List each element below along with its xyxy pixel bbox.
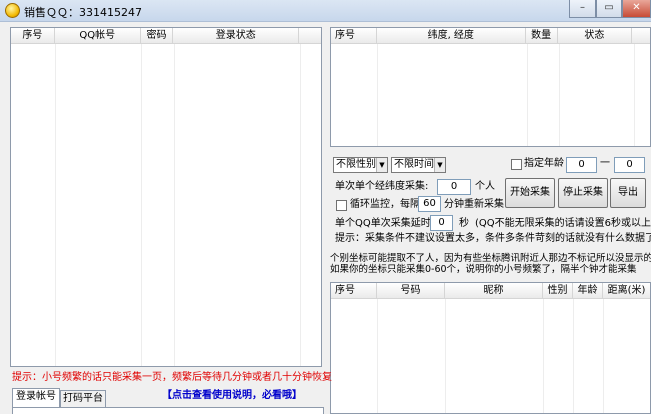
column-header-lat-lng[interactable]: 纬度, 经度 bbox=[377, 28, 526, 44]
column-header-age[interactable]: 年龄 bbox=[573, 283, 603, 299]
column-header-password[interactable]: 密码 bbox=[141, 28, 174, 44]
tab-login-account[interactable]: 登录帐号 bbox=[12, 388, 60, 407]
column-header-index[interactable]: 序号 bbox=[331, 28, 377, 44]
column-header-count[interactable]: 数量 bbox=[526, 28, 558, 44]
window-title: 销售ＱＱ：331415247 bbox=[24, 6, 142, 19]
per-coordinate-label: 单次单个经纬度采集: bbox=[335, 181, 429, 192]
delay-input[interactable]: 0 bbox=[430, 215, 453, 231]
chevron-down-icon: ▼ bbox=[376, 158, 387, 172]
column-header-nickname[interactable]: 昵称 bbox=[445, 283, 543, 299]
column-header-gender[interactable]: 性别 bbox=[543, 283, 573, 299]
grid-line bbox=[377, 299, 378, 413]
grid-line bbox=[527, 44, 528, 146]
grid-line bbox=[603, 299, 604, 413]
age-max-input[interactable]: 0 bbox=[614, 157, 645, 173]
notice-line-2: 如果你的坐标只能采集0-60个，说明你的小号频繁了，隔半个钟才能采集 bbox=[330, 264, 637, 275]
per-coordinate-unit: 个人 bbox=[475, 181, 495, 192]
start-collect-button[interactable]: 开始采集 bbox=[505, 178, 555, 208]
age-separator: 一 bbox=[600, 158, 610, 169]
minimize-button[interactable]: – bbox=[569, 0, 596, 18]
column-header-blank bbox=[632, 28, 650, 44]
column-header-distance[interactable]: 距离(米) bbox=[603, 283, 650, 299]
grid-line bbox=[573, 299, 574, 413]
time-select-value: 不限时间 bbox=[394, 159, 434, 170]
tab-panel bbox=[12, 407, 324, 414]
grid-line bbox=[559, 44, 560, 146]
age-checkbox[interactable] bbox=[511, 159, 522, 170]
column-header-status[interactable]: 状态 bbox=[558, 28, 633, 44]
help-link[interactable]: 【点击查看使用说明，必看哦】 bbox=[162, 390, 302, 402]
time-select[interactable]: 不限时间 ▼ bbox=[391, 157, 446, 173]
coordinate-list[interactable]: 序号 纬度, 经度 数量 状态 bbox=[330, 27, 651, 147]
grid-line bbox=[543, 299, 544, 413]
per-coordinate-input[interactable]: 0 bbox=[437, 179, 471, 195]
gender-select[interactable]: 不限性别 ▼ bbox=[333, 157, 388, 173]
qq-penguin-icon bbox=[5, 3, 20, 18]
account-list-header: 序号 QQ帐号 密码 登录状态 bbox=[11, 28, 321, 44]
grid-line bbox=[445, 299, 446, 413]
delay-unit: 秒 bbox=[459, 218, 469, 229]
age-checkbox-label: 指定年龄 bbox=[524, 158, 564, 169]
grid-line bbox=[377, 44, 378, 146]
result-list-header: 序号 号码 昵称 性别 年龄 距离(米) bbox=[331, 283, 650, 299]
title-bar: 销售ＱＱ：331415247 – ▭ ✕ bbox=[0, 0, 651, 22]
column-header-number[interactable]: 号码 bbox=[377, 283, 445, 299]
loop-monitor-checkbox[interactable] bbox=[336, 200, 347, 211]
restore-button[interactable]: ▭ bbox=[596, 0, 622, 18]
collect-hint: 提示：采集条件不建议设置太多，条件多条件苛刻的话就没有什么数据了 bbox=[335, 233, 651, 244]
chevron-down-icon: ▼ bbox=[434, 158, 445, 172]
loop-monitor-label: 循环监控，每隔 bbox=[350, 199, 420, 210]
delay-label: 单个QQ单次采集延时: bbox=[335, 218, 435, 229]
column-header-index[interactable]: 序号 bbox=[331, 283, 377, 299]
grid-line bbox=[55, 44, 56, 366]
grid-line bbox=[634, 44, 635, 146]
grid-line bbox=[300, 44, 301, 366]
gender-select-value: 不限性别 bbox=[336, 159, 376, 170]
frequency-warning: 提示：小号频繁的话只能采集一页，频繁后等待几分钟或者几十分钟恢复 bbox=[12, 372, 332, 383]
loop-interval-unit: 分钟重新采集 bbox=[444, 199, 504, 210]
grid-line bbox=[141, 44, 142, 366]
age-min-input[interactable]: 0 bbox=[566, 157, 597, 173]
delay-note: (QQ不能无限采集的话请设置6秒或以上) bbox=[475, 218, 651, 229]
column-header-blank bbox=[299, 28, 321, 44]
loop-interval-input[interactable]: 60 bbox=[418, 196, 441, 212]
grid-line bbox=[174, 44, 175, 366]
result-list[interactable]: 序号 号码 昵称 性别 年龄 距离(米) bbox=[330, 282, 651, 414]
stop-collect-button[interactable]: 停止采集 bbox=[558, 178, 608, 208]
account-list[interactable]: 序号 QQ帐号 密码 登录状态 bbox=[10, 27, 322, 367]
close-button[interactable]: ✕ bbox=[622, 0, 651, 18]
column-header-index[interactable]: 序号 bbox=[11, 28, 55, 44]
coordinate-list-header: 序号 纬度, 经度 数量 状态 bbox=[331, 28, 650, 44]
tab-captcha-platform[interactable]: 打码平台 bbox=[60, 390, 106, 407]
column-header-qq-account[interactable]: QQ帐号 bbox=[55, 28, 141, 44]
column-header-login-status[interactable]: 登录状态 bbox=[173, 28, 300, 44]
export-button[interactable]: 导出 bbox=[610, 178, 646, 208]
